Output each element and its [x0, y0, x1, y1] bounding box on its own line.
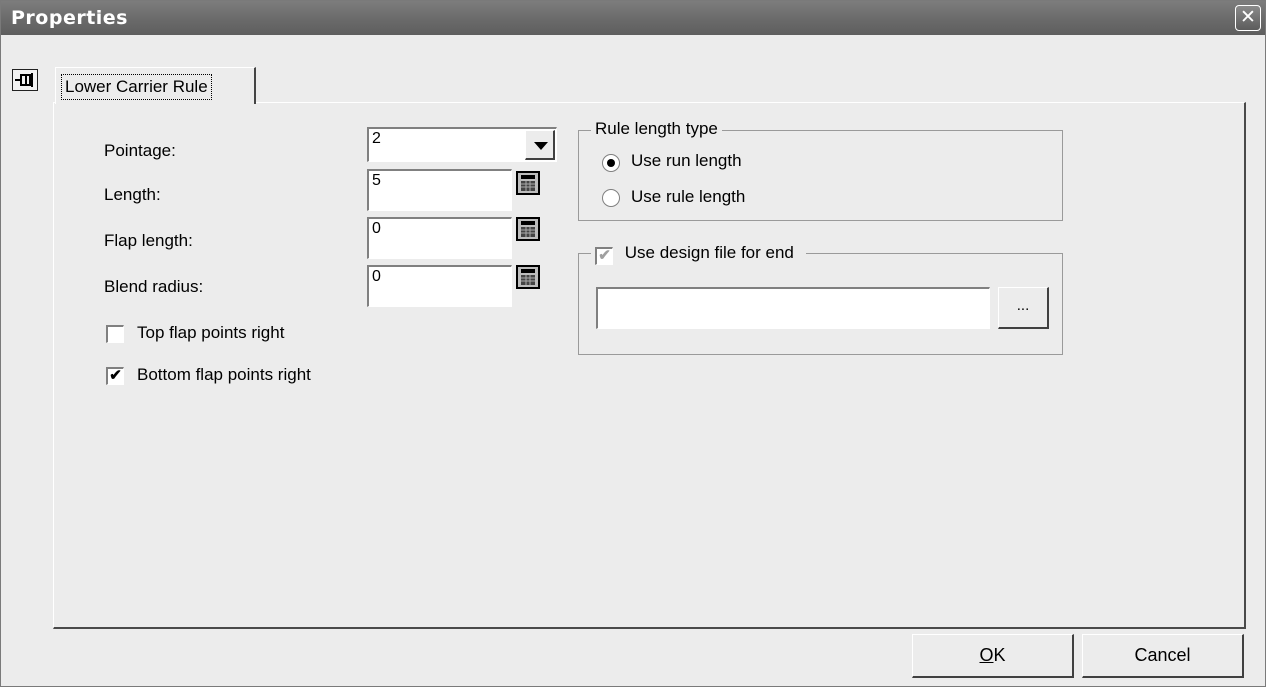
rule-length-type-group: Rule length type Use run length Use rule… [578, 119, 1063, 221]
design-file-checkbox[interactable]: ✔ [595, 247, 613, 265]
calculator-icon[interactable] [516, 217, 540, 241]
title-bar[interactable]: Properties ✕ [1, 1, 1265, 35]
bottom-flap-label: Bottom flap points right [137, 365, 311, 384]
design-file-label: Use design file for end [624, 243, 794, 262]
chevron-down-icon[interactable] [525, 130, 555, 160]
use-rule-length-radio[interactable] [602, 189, 620, 207]
use-run-length-label: Use run length [631, 151, 742, 170]
length-value: 5 [372, 172, 381, 189]
calculator-icon[interactable] [516, 265, 540, 289]
tab-label: Lower Carrier Rule [61, 74, 212, 100]
calculator-icon[interactable] [516, 171, 540, 195]
pointage-value: 2 [372, 130, 381, 147]
design-file-legend: ✔ Use design file for end [591, 243, 806, 265]
ok-button[interactable]: OK [912, 634, 1074, 678]
browse-button[interactable]: ... [998, 287, 1049, 329]
blend-radius-input[interactable]: 0 [367, 265, 512, 307]
rule-length-type-legend: Rule length type [591, 119, 722, 139]
use-rule-length-label: Use rule length [631, 187, 746, 206]
tab-lower-carrier-rule[interactable]: Lower Carrier Rule [55, 67, 256, 104]
blend-radius-label: Blend radius: [104, 277, 204, 296]
blend-radius-value: 0 [372, 268, 381, 285]
tab-panel: Pointage: Length: Flap length: Blend rad… [53, 102, 1246, 629]
ok-rest: K [993, 645, 1006, 665]
pointage-label: Pointage: [104, 141, 176, 160]
pointage-select[interactable]: 2 [367, 127, 557, 162]
pin-icon[interactable] [12, 69, 38, 91]
flap-length-value: 0 [372, 220, 381, 237]
ok-mnemonic: O [979, 645, 994, 665]
top-flap-label: Top flap points right [137, 323, 285, 342]
flap-length-input[interactable]: 0 [367, 217, 512, 259]
bottom-flap-checkbox[interactable]: ✔ [106, 367, 124, 385]
use-run-length-radio[interactable] [602, 154, 620, 172]
checkmark-icon: ✔ [598, 247, 611, 264]
flap-length-label: Flap length: [104, 231, 193, 250]
length-input[interactable]: 5 [367, 169, 512, 211]
window-title: Properties [11, 7, 128, 29]
close-icon[interactable]: ✕ [1235, 5, 1261, 31]
properties-dialog: Properties ✕ Lower Carrier Rule Pointage… [0, 0, 1266, 687]
design-file-group: ✔ Use design file for end ... [578, 243, 1063, 355]
design-file-path-input[interactable] [596, 287, 990, 329]
checkmark-icon: ✔ [109, 367, 122, 384]
top-flap-checkbox[interactable] [106, 325, 124, 343]
cancel-button[interactable]: Cancel [1082, 634, 1244, 678]
length-label: Length: [104, 185, 161, 204]
